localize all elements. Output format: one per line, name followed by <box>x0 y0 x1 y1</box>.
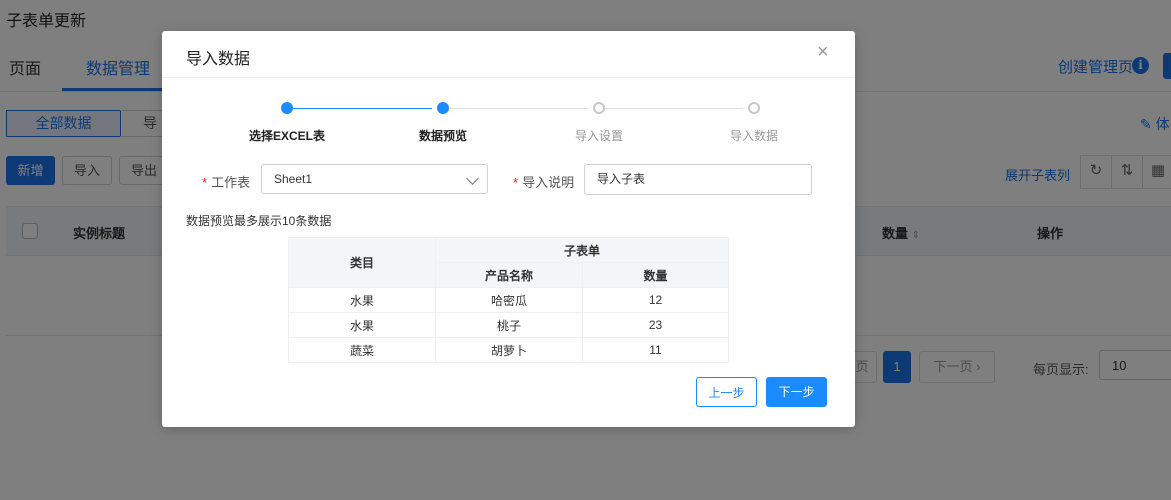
preview-cell-product: 桃子 <box>435 312 583 338</box>
step-1-dot <box>281 102 293 114</box>
preview-cell-product: 胡萝卜 <box>435 337 583 363</box>
table-row: 水果 哈密瓜 12 <box>288 287 729 313</box>
close-icon[interactable]: × <box>817 41 829 64</box>
step-2-dot <box>437 102 449 114</box>
previous-step-button[interactable]: 上一步 <box>696 377 757 407</box>
step-2-label: 数据预览 <box>418 129 467 143</box>
chevron-down-icon <box>466 172 479 185</box>
preview-table: 类目 子表单 产品名称 数量 水果 哈密瓜 12 水果 桃子 23 蔬菜 胡萝卜… <box>288 237 729 363</box>
preview-cell-category: 水果 <box>288 287 436 313</box>
sheet-select[interactable]: Sheet1 <box>261 164 488 194</box>
import-note-input[interactable]: 导入子表 <box>584 164 812 195</box>
table-row: 蔬菜 胡萝卜 11 <box>288 337 729 363</box>
step-connector-3 <box>603 108 743 109</box>
step-4-dot <box>748 102 760 114</box>
preview-cell-product: 哈密瓜 <box>435 287 583 313</box>
preview-header-quantity: 数量 <box>582 262 729 288</box>
step-connector-1 <box>292 108 432 109</box>
step-connector-2 <box>448 108 588 109</box>
preview-cell-quantity: 11 <box>582 337 729 363</box>
import-note-label: * 导入说明 <box>513 175 575 190</box>
preview-cell-category: 蔬菜 <box>288 337 436 363</box>
step-3-dot <box>593 102 605 114</box>
preview-header-subform: 子表单 <box>435 237 729 263</box>
step-3-label: 导入设置 <box>574 129 623 143</box>
sheet-label: * 工作表 <box>202 175 251 190</box>
import-data-dialog: 导入数据 × 选择EXCEL表 数据预览 导入设置 导入数据 * 工作表 Shee… <box>162 31 855 427</box>
step-1-label: 选择EXCEL表 <box>248 129 325 143</box>
step-4-label: 导入数据 <box>729 129 778 143</box>
preview-header-category: 类目 <box>288 237 436 288</box>
preview-note: 数据预览最多展示10条数据 <box>186 214 332 228</box>
dialog-title: 导入数据 <box>186 51 251 68</box>
preview-cell-quantity: 23 <box>582 312 729 338</box>
next-step-button[interactable]: 下一步 <box>766 377 827 407</box>
preview-cell-category: 水果 <box>288 312 436 338</box>
preview-header-product: 产品名称 <box>435 262 583 288</box>
preview-cell-quantity: 12 <box>582 287 729 313</box>
dialog-header-divider <box>162 77 855 78</box>
table-row: 水果 桃子 23 <box>288 312 729 338</box>
